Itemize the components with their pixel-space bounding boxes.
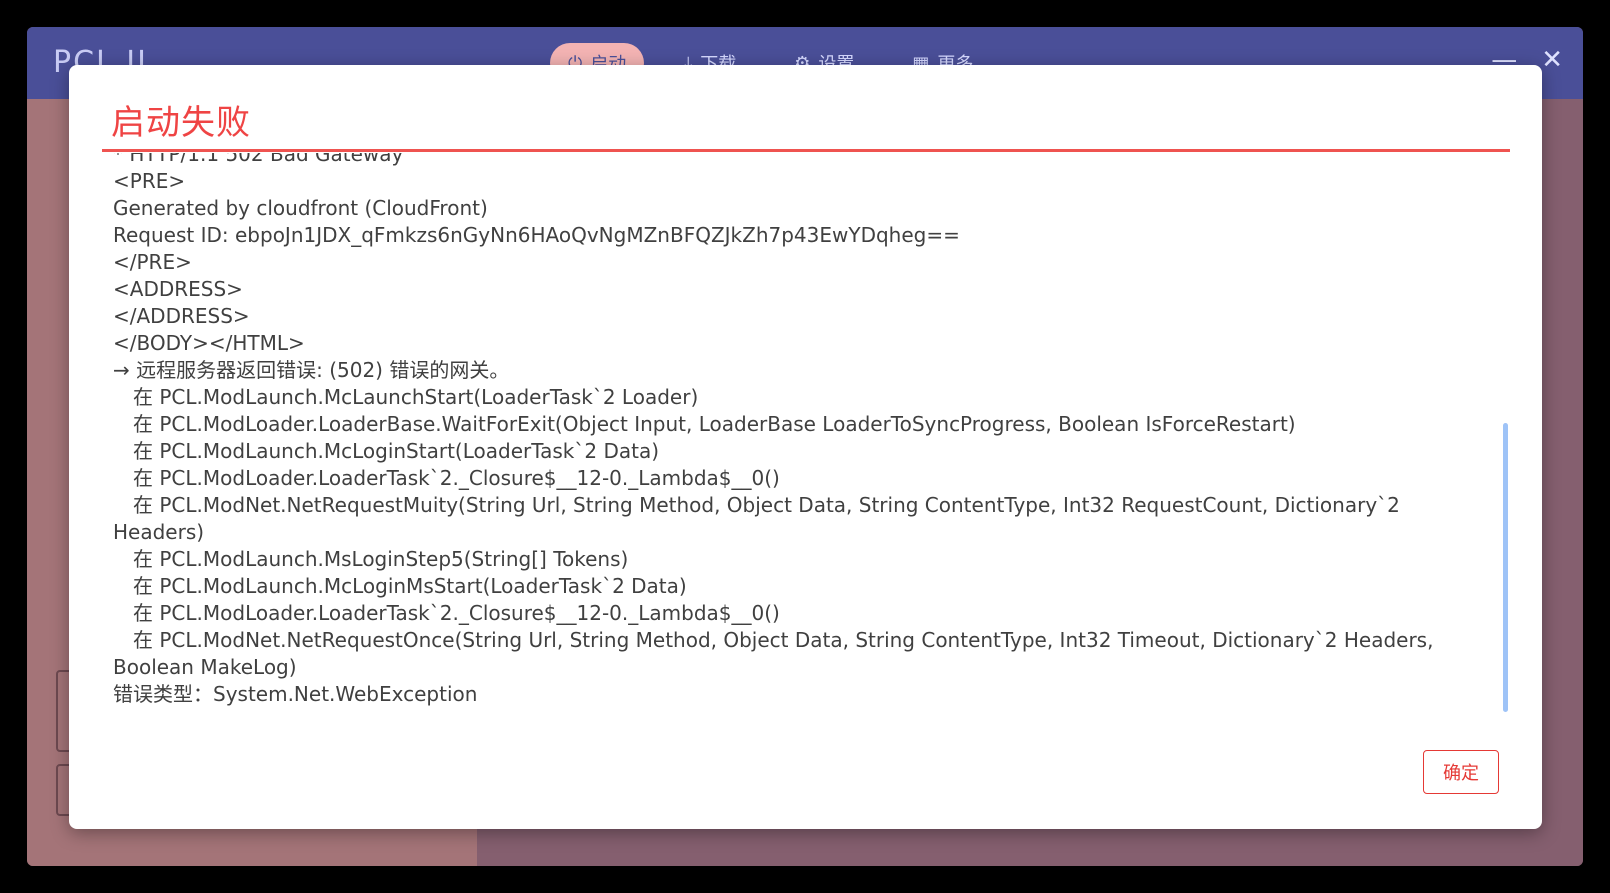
- log-line: 在 PCL.ModLoader.LoaderBase.WaitForExit(O…: [133, 412, 1296, 436]
- log-line: Boolean MakeLog): [113, 655, 297, 679]
- log-line: 在 PCL.ModLaunch.MsLoginStep5(String[] To…: [133, 547, 629, 571]
- log-line: 在 PCL.ModLaunch.McLaunchStart(LoaderTask…: [133, 385, 699, 409]
- log-line: 在 PCL.ModNet.NetRequestMuity(String Url,…: [133, 493, 1400, 517]
- log-line: 在 PCL.ModLoader.LoaderTask`2._Closure$__…: [133, 601, 780, 625]
- log-line: Request ID: ebpoJn1JDX_qFmkzs6nGyNn6HAoQ…: [113, 223, 960, 247]
- log-line: </ADDRESS>: [113, 304, 250, 328]
- log-line: </PRE>: [113, 250, 192, 274]
- log-line: <ADDRESS>: [113, 277, 243, 301]
- log-line: 在 PCL.ModNet.NetRequestOnce(String Url, …: [133, 628, 1434, 652]
- log-line: → 远程服务器返回错误: (502) 错误的网关。: [113, 358, 510, 382]
- log-line: </BODY></HTML>: [113, 331, 305, 355]
- log-line: Headers): [113, 520, 205, 544]
- error-log[interactable]: * HTTP/1.1 502 Bad Gateway <PRE> Generated…: [113, 153, 1513, 785]
- log-line: 在 PCL.ModLaunch.McLoginStart(LoaderTask`…: [133, 439, 660, 463]
- log-line: 在 PCL.ModLaunch.McLoginMsStart(LoaderTas…: [133, 574, 687, 598]
- dialog-title: 启动失败: [111, 103, 251, 143]
- scrollbar-thumb[interactable]: [1503, 423, 1508, 712]
- ok-button[interactable]: 确定: [1423, 750, 1499, 794]
- log-line: Generated by cloudfront (CloudFront): [113, 196, 488, 220]
- log-line: * HTTP/1.1 502 Bad Gateway: [113, 153, 404, 166]
- log-line: 在 PCL.ModLoader.LoaderTask`2._Closure$__…: [133, 466, 780, 490]
- log-line: 错误类型：System.Net.WebException: [113, 682, 478, 706]
- error-dialog: 启动失败 * HTTP/1.1 502 Bad Gateway <PRE> Gene…: [69, 65, 1542, 829]
- title-divider: [102, 149, 1510, 152]
- log-line: <PRE>: [113, 169, 186, 193]
- close-icon[interactable]: ✕: [1541, 45, 1563, 75]
